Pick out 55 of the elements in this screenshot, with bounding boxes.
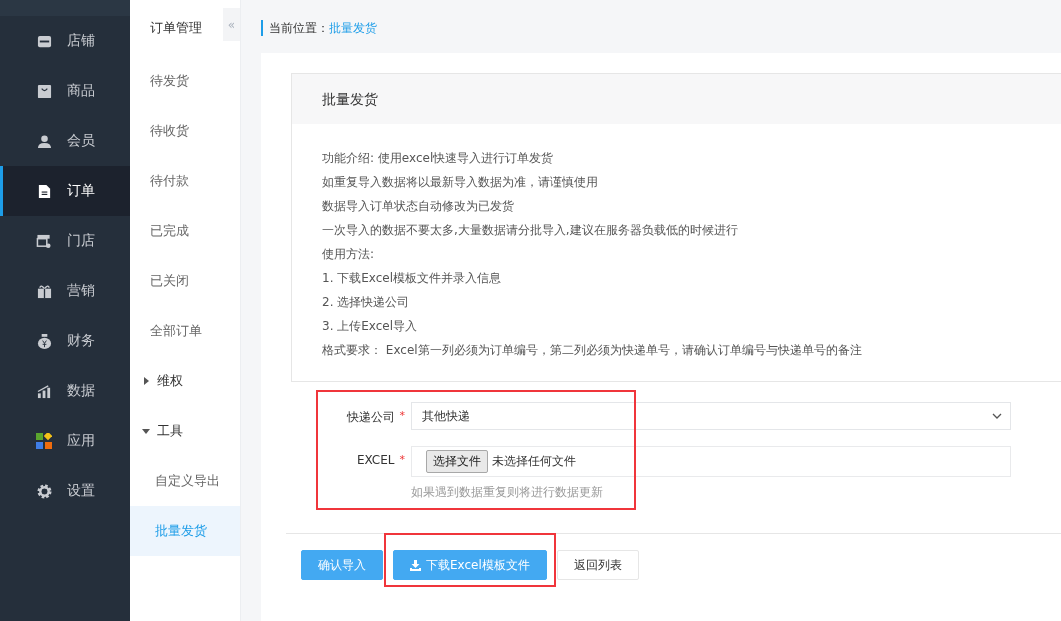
- nav-item[interactable]: 会员: [0, 116, 130, 166]
- info-text: 1. 下载Excel模板文件并录入信息: [322, 270, 503, 287]
- caret-down-icon: [142, 428, 150, 434]
- nav-item[interactable]: 店铺: [0, 16, 130, 66]
- chevron-down-icon: [992, 413, 1002, 419]
- info-text: 3. 上传Excel导入: [322, 318, 419, 335]
- submenu-item[interactable]: 已关闭: [130, 256, 240, 306]
- bag-icon: [36, 83, 52, 99]
- info-text: 格式要求： Excel第一列必须为订单编号，第二列必须为快递单号，请确认订单编号与快递单号的备注: [322, 342, 863, 359]
- bar-chart-icon: [36, 383, 52, 399]
- choose-file-button[interactable]: 选择文件: [426, 450, 488, 473]
- user-icon: [36, 133, 52, 149]
- download-icon: [410, 559, 421, 571]
- required-mark: *: [399, 453, 405, 466]
- submenu-group[interactable]: 维权: [130, 356, 240, 406]
- info-text: 使用方法:: [322, 246, 376, 263]
- breadcrumb-label: 当前位置：: [269, 19, 329, 37]
- panel-title: 批量发货: [292, 74, 1061, 124]
- info-text: 如重复导入数据将以最新导入数据为准，请谨慎使用: [322, 174, 599, 191]
- nav-item[interactable]: 应用: [0, 416, 130, 466]
- submenu-item[interactable]: 全部订单: [130, 306, 240, 356]
- file-status: 未选择任何文件: [492, 453, 576, 470]
- nav-item[interactable]: 营销: [0, 266, 130, 316]
- info-text: 数据导入订单状态自动修改为已发货: [322, 198, 515, 215]
- document-icon: [36, 183, 52, 199]
- store-icon: [36, 33, 52, 49]
- submenu-item[interactable]: 待收货: [130, 106, 240, 156]
- dropdown-field[interactable]: 其他快递: [411, 402, 1011, 430]
- settings-icon: [36, 483, 52, 499]
- file-field[interactable]: 选择文件 未选择任何文件: [411, 446, 1011, 477]
- shop-icon: [36, 233, 52, 249]
- nav-item[interactable]: 门店: [0, 216, 130, 266]
- submenu-item[interactable]: 自定义导出: [130, 456, 240, 506]
- money-bag-icon: [36, 333, 52, 349]
- submenu-item[interactable]: 已完成: [130, 206, 240, 256]
- info-text: 一次导入的数据不要太多,大量数据请分批导入,建议在服务器负载低的时候进行: [322, 222, 739, 239]
- info-text: 2. 选择快递公司: [322, 294, 411, 311]
- field-label: EXCEL: [356, 453, 395, 467]
- submenu-item[interactable]: 待发货: [130, 56, 240, 106]
- caret-right-icon: [142, 377, 150, 385]
- back-button[interactable]: 返回列表: [556, 550, 639, 580]
- info-text: 功能介绍: 使用excel快速导入进行订单发货: [322, 150, 555, 167]
- field-label: 快递公司: [346, 409, 395, 426]
- nav-item[interactable]: 数据: [0, 366, 130, 416]
- submenu-title: 订单管理: [150, 19, 202, 37]
- nav-item[interactable]: 订单: [0, 166, 130, 216]
- gift-icon: [36, 283, 52, 299]
- nav-item[interactable]: 财务: [0, 316, 130, 366]
- apps-icon: [36, 433, 52, 449]
- nav-item[interactable]: 设置: [0, 466, 130, 516]
- help-text: 如果遇到数据重复则将进行数据更新: [411, 484, 604, 501]
- submenu-group[interactable]: 工具: [130, 406, 240, 456]
- nav-item[interactable]: 商品: [0, 66, 130, 116]
- required-mark: *: [399, 409, 405, 422]
- submenu-item[interactable]: 待付款: [130, 156, 240, 206]
